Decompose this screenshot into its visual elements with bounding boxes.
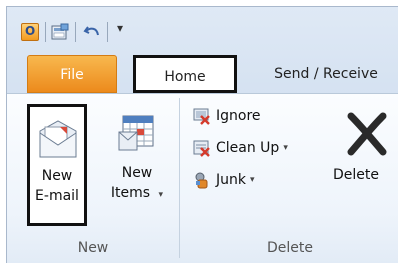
new-items-label-line2: Items ▾ xyxy=(105,184,169,204)
send-receive-icon[interactable] xyxy=(51,23,69,41)
ignore-icon xyxy=(193,107,211,125)
ignore-button[interactable]: Ignore xyxy=(193,105,261,127)
undo-icon[interactable] xyxy=(83,23,101,41)
chevron-down-icon: ▾ xyxy=(283,143,288,153)
new-email-label-line1: New xyxy=(41,168,73,184)
ribbon-home: New E-mail New Items ▾ New Ignore Clean … xyxy=(7,93,398,263)
junk-label: Junk xyxy=(216,172,246,188)
junk-button[interactable]: Junk ▾ xyxy=(193,169,255,191)
new-items-button[interactable]: New Items ▾ xyxy=(105,104,169,226)
qat-separator xyxy=(75,22,76,42)
clean-up-button[interactable]: Clean Up ▾ xyxy=(193,137,288,159)
group-new: New E-mail New Items ▾ New xyxy=(7,94,179,263)
new-email-icon xyxy=(39,120,77,158)
junk-icon xyxy=(193,171,211,189)
tab-file[interactable]: File xyxy=(27,55,117,93)
chevron-down-icon: ▾ xyxy=(158,190,164,200)
outlook-window: ▾ File Home Send / Receive New E-mail xyxy=(6,6,398,263)
group-delete: Ignore Clean Up ▾ Junk ▾ Delete Delete xyxy=(181,94,398,263)
new-email-label-line2: E-mail xyxy=(35,188,79,204)
ignore-label: Ignore xyxy=(216,108,261,124)
new-email-button[interactable]: New E-mail xyxy=(27,104,87,226)
qat-separator xyxy=(107,22,108,42)
ribbon-tabs: File Home Send / Receive xyxy=(7,55,398,93)
clean-up-label: Clean Up xyxy=(216,140,280,156)
quick-access-toolbar: ▾ xyxy=(7,7,398,53)
outlook-app-icon[interactable] xyxy=(21,23,39,41)
delete-x-icon xyxy=(347,112,387,156)
group-divider xyxy=(179,98,180,258)
delete-button[interactable]: Delete xyxy=(333,104,398,226)
new-items-label-text: Items xyxy=(110,185,151,201)
tab-home[interactable]: Home xyxy=(133,55,237,93)
clean-up-icon xyxy=(193,139,211,157)
delete-small-buttons: Ignore Clean Up ▾ Junk ▾ xyxy=(193,94,353,224)
delete-label: Delete xyxy=(333,167,379,183)
qat-customize-dropdown-icon[interactable]: ▾ xyxy=(117,21,129,39)
new-items-label-line1: New xyxy=(121,165,153,181)
chevron-down-icon: ▾ xyxy=(249,175,255,185)
tab-send-receive[interactable]: Send / Receive xyxy=(252,55,398,93)
group-new-label: New xyxy=(77,240,109,256)
qat-separator xyxy=(45,22,46,42)
new-items-calendar-icon xyxy=(118,115,154,151)
group-delete-label: Delete xyxy=(267,240,313,256)
